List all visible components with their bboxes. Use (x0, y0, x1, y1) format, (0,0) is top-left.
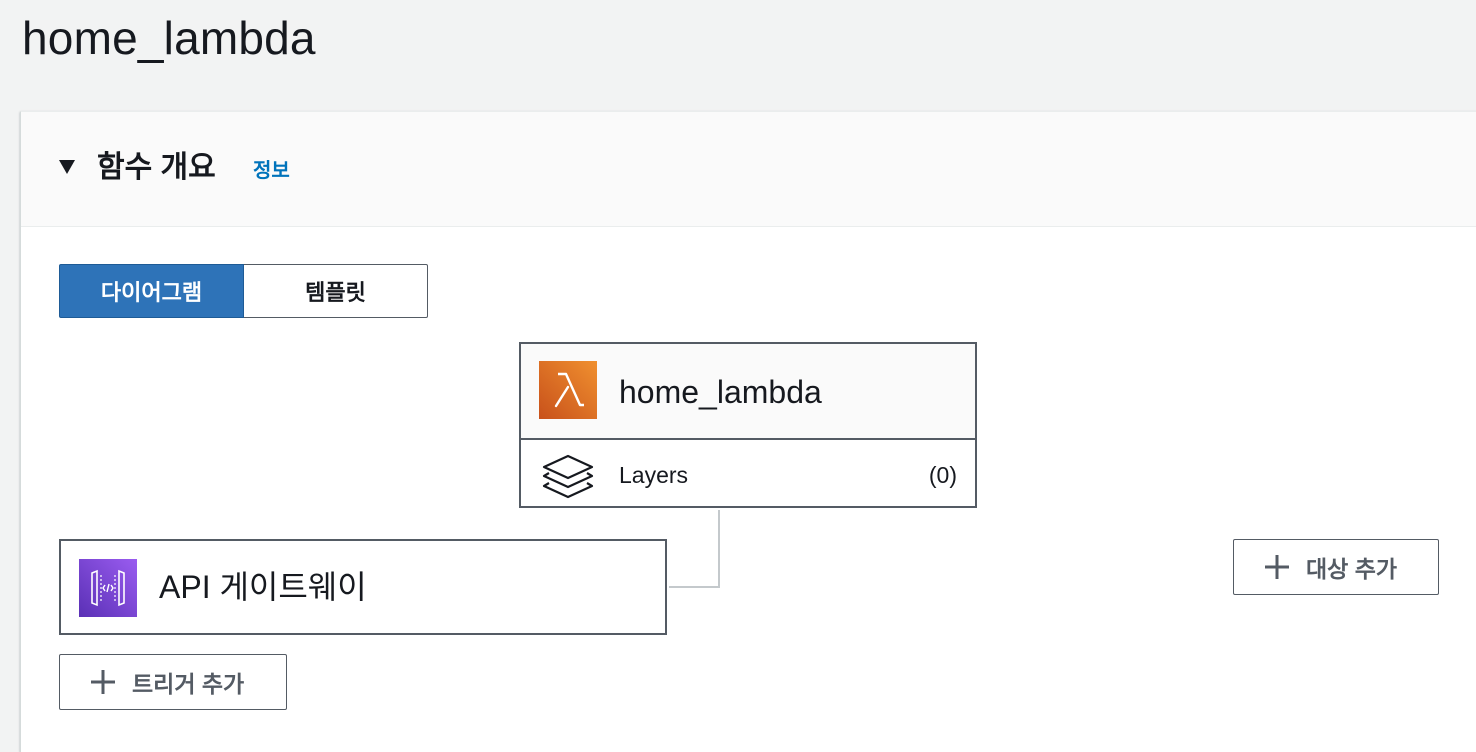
panel-title: 함수 개요 (97, 151, 216, 184)
add-trigger-button[interactable]: 트리거 추가 (59, 654, 287, 710)
trigger-node-api-gateway[interactable]: API 게이트웨이 (59, 539, 667, 635)
function-node-header[interactable]: home_lambda (521, 344, 975, 440)
panel-header: 함수 개요 정보 (21, 112, 1476, 227)
layers-count: (0) (928, 462, 957, 488)
page-title: home_lambda (22, 12, 316, 64)
add-destination-label: 대상 추가 (1306, 556, 1398, 582)
lambda-icon (539, 361, 597, 419)
layers-row[interactable]: Layers (0) (521, 440, 975, 506)
function-node: home_lambda Layers (0) (519, 342, 977, 508)
add-trigger-label: 트리거 추가 (132, 671, 245, 697)
function-name: home_lambda (619, 374, 822, 410)
view-toggle: 다이어그램 템플릿 (59, 264, 428, 318)
trigger-name: API 게이트웨이 (159, 569, 367, 605)
plus-icon (1265, 555, 1289, 579)
tab-template[interactable]: 템플릿 (244, 264, 428, 318)
api-gateway-icon (79, 559, 137, 617)
tab-diagram[interactable]: 다이어그램 (59, 264, 244, 318)
caret-down-icon[interactable] (59, 160, 75, 174)
layers-icon (542, 454, 594, 499)
function-overview-panel: 함수 개요 정보 다이어그램 템플릿 home_lambda Layers (0… (20, 111, 1476, 752)
plus-icon (91, 670, 115, 694)
info-link[interactable]: 정보 (253, 158, 290, 184)
add-destination-button[interactable]: 대상 추가 (1233, 539, 1439, 595)
layers-label: Layers (619, 462, 689, 488)
